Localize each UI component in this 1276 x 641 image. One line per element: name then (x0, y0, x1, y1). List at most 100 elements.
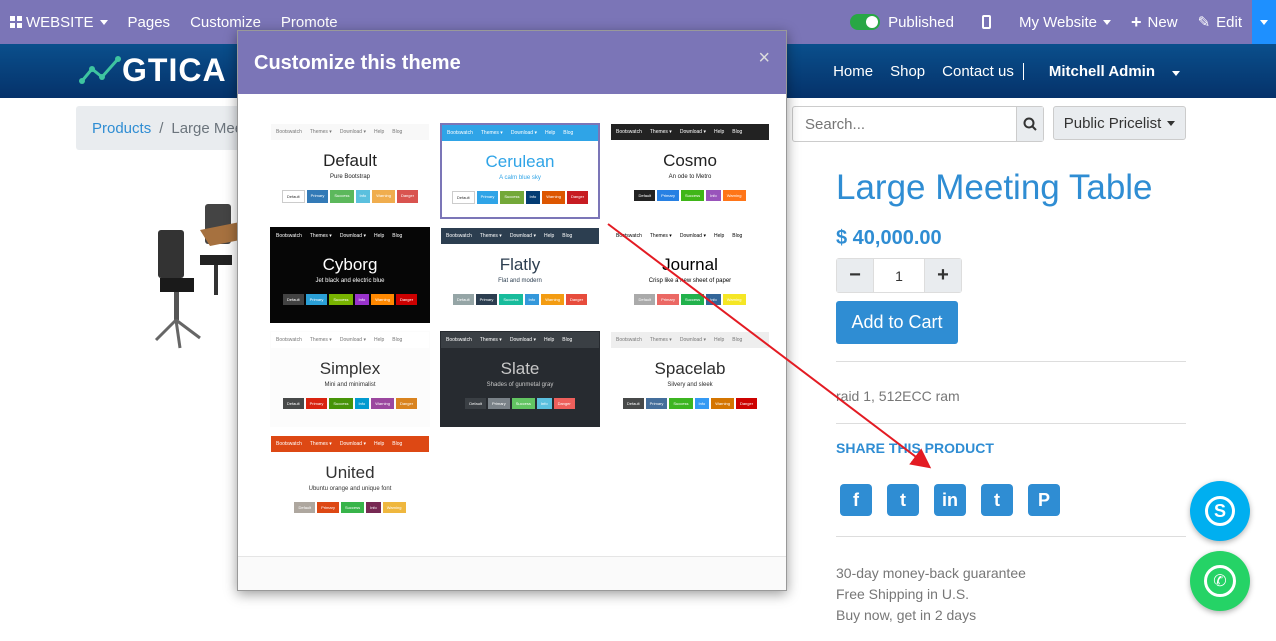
my-website-menu[interactable]: My Website (1009, 0, 1121, 44)
theme-name: Default (323, 151, 377, 170)
theme-preview-nav-item: Bootswatch (447, 130, 473, 136)
search-button[interactable] (1016, 107, 1043, 141)
theme-tagline: Crisp like a new sheet of paper (648, 278, 732, 284)
search-input[interactable] (793, 107, 1016, 141)
theme-preview-nav-item: Bootswatch (276, 129, 302, 135)
breadcrumb-products[interactable]: Products (92, 120, 151, 137)
theme-preview-button: Primary (657, 294, 679, 305)
theme-preview-navbar: Bootswatch Themes ▾ Download ▾ Help Blog (611, 228, 769, 244)
theme-preview-navbar: Bootswatch Themes ▾ Download ▾ Help Blog (271, 332, 429, 348)
theme-preview-nav-item: Blog (563, 130, 574, 136)
share-heading: SHARE THIS PRODUCT (836, 440, 994, 456)
linkedin-icon[interactable]: in (934, 484, 966, 516)
theme-preview-nav-item: Bootswatch (446, 233, 472, 239)
site-logo[interactable]: GTICA (78, 52, 227, 89)
theme-option-flatly[interactable]: Bootswatch Themes ▾ Download ▾ Help Blog Flat… (440, 227, 600, 323)
theme-preview-button: Info (524, 294, 540, 305)
customize-theme-modal: Customize this theme × Bootswatch Themes … (237, 30, 787, 591)
theme-preview-nav-item: Themes ▾ (309, 233, 332, 239)
theme-name: United (325, 463, 375, 482)
theme-preview-button: Success (680, 294, 705, 305)
theme-preview-button: Default (282, 398, 304, 409)
theme-preview-button: Warning (382, 502, 406, 513)
theme-preview-nav-item: Blog (562, 233, 573, 239)
skype-button[interactable]: S (1190, 481, 1250, 541)
chevron-down-icon (1260, 19, 1268, 25)
pricelist-dropdown[interactable]: Public Pricelist (1053, 106, 1186, 140)
nav-contact[interactable]: Contact us (942, 63, 1014, 80)
theme-preview-button: Success (330, 190, 354, 203)
published-toggle[interactable]: Published (840, 0, 964, 44)
theme-preview-nav-item: Bootswatch (276, 337, 302, 343)
theme-name: Slate (500, 359, 540, 378)
modal-title: Customize this theme (254, 52, 461, 74)
theme-option-simplex[interactable]: Bootswatch Themes ▾ Download ▾ Help Blog Simp… (270, 331, 430, 427)
toggle-switch[interactable] (850, 14, 881, 30)
user-menu[interactable]: Mitchell Admin (1022, 62, 1180, 80)
theme-preview-nav-item: Bootswatch (276, 441, 302, 447)
tumblr-icon[interactable]: t (981, 484, 1013, 516)
my-website-label: My Website (1018, 13, 1098, 31)
qty-input[interactable]: 1 (873, 259, 925, 292)
theme-tagline: A calm blue sky (499, 175, 541, 181)
theme-preview-nav-item: Download ▾ (339, 129, 366, 135)
theme-option-cyborg[interactable]: Bootswatch Themes ▾ Download ▾ Help Blog Cybo… (270, 227, 430, 323)
twitter-icon[interactable]: t (887, 484, 919, 516)
theme-preview-nav-item: Bootswatch (616, 129, 642, 135)
nav-home[interactable]: Home (833, 63, 873, 80)
pages-menu[interactable]: Pages (118, 0, 181, 44)
product-price: $ 40,000.00 (836, 227, 942, 249)
theme-preview-nav-item: Download ▾ (509, 233, 536, 239)
theme-preview-nav-item: Download ▾ (679, 129, 706, 135)
theme-preview-button: Info (536, 398, 552, 409)
pinterest-icon[interactable]: P (1028, 484, 1060, 516)
mobile-preview-button[interactable] (964, 0, 1009, 44)
theme-tagline: Ubuntu orange and unique font (308, 486, 392, 492)
theme-preview-button: Warning (711, 398, 734, 409)
theme-option-default[interactable]: Bootswatch Themes ▾ Download ▾ Help Blog Defa… (270, 123, 430, 219)
theme-preview-button: Default (452, 294, 474, 305)
published-label: Published (888, 13, 954, 31)
theme-preview-button: Warning (722, 294, 746, 305)
theme-preview-button: Info (694, 398, 710, 409)
theme-preview-buttons: Default Primary Success Info Warning Danger (271, 398, 429, 409)
theme-preview-nav-item: Blog (392, 337, 403, 343)
theme-preview-nav-item: Blog (562, 337, 573, 343)
theme-preview-button: Danger (735, 398, 758, 409)
theme-preview-nav-item: Help (543, 337, 555, 343)
close-icon[interactable]: × (758, 47, 770, 70)
website-menu[interactable]: WEBSITE (0, 0, 118, 44)
theme-preview-button: Danger (565, 294, 588, 305)
theme-preview-nav-item: Bootswatch (616, 233, 642, 239)
theme-option-journal[interactable]: Bootswatch Themes ▾ Download ▾ Help Blog Jour… (610, 227, 770, 323)
theme-preview-button: Success (329, 294, 353, 305)
qty-plus-button[interactable]: + (925, 259, 961, 292)
editbar-expand-button[interactable] (1252, 0, 1276, 44)
theme-preview-button: Primary (317, 502, 339, 513)
theme-option-cosmo[interactable]: Bootswatch Themes ▾ Download ▾ Help Blog Cosm… (610, 123, 770, 219)
add-to-cart-button[interactable]: Add to Cart (836, 301, 958, 344)
theme-name: Spacelab (654, 359, 726, 378)
theme-preview-nav-item: Blog (732, 337, 743, 343)
nav-shop[interactable]: Shop (890, 63, 925, 80)
search-bar (792, 106, 1044, 142)
theme-preview-nav-item: Blog (732, 129, 743, 135)
theme-option-slate[interactable]: Bootswatch Themes ▾ Download ▾ Help Blog Slat… (440, 331, 600, 427)
theme-preview-nav-item: Help (713, 129, 725, 135)
theme-option-spacelab[interactable]: Bootswatch Themes ▾ Download ▾ Help Blog Spac… (610, 331, 770, 427)
chevron-down-icon (1167, 120, 1176, 126)
breadcrumb-current: Large Mee (171, 120, 244, 137)
new-button[interactable]: + New (1121, 0, 1188, 44)
theme-preview-button: Success (669, 398, 693, 409)
whatsapp-button[interactable]: ✆ (1190, 551, 1250, 611)
facebook-icon[interactable]: f (840, 484, 872, 516)
theme-preview-nav-item: Download ▾ (339, 441, 366, 447)
theme-tagline: Flat and modern (498, 278, 542, 284)
edit-button[interactable]: ✎ Edit (1188, 0, 1252, 44)
qty-minus-button[interactable]: − (837, 259, 873, 292)
theme-option-cerulean[interactable]: Bootswatch Themes ▾ Download ▾ Help Blog Ceru… (440, 123, 600, 219)
theme-option-united[interactable]: Bootswatch Themes ▾ Download ▾ Help Blog Unit… (270, 435, 430, 531)
theme-preview-buttons: Default Primary Success Info Danger (441, 398, 599, 409)
product-title: Large Meeting Table (836, 168, 1153, 207)
theme-preview-nav-item: Themes ▾ (649, 233, 672, 239)
